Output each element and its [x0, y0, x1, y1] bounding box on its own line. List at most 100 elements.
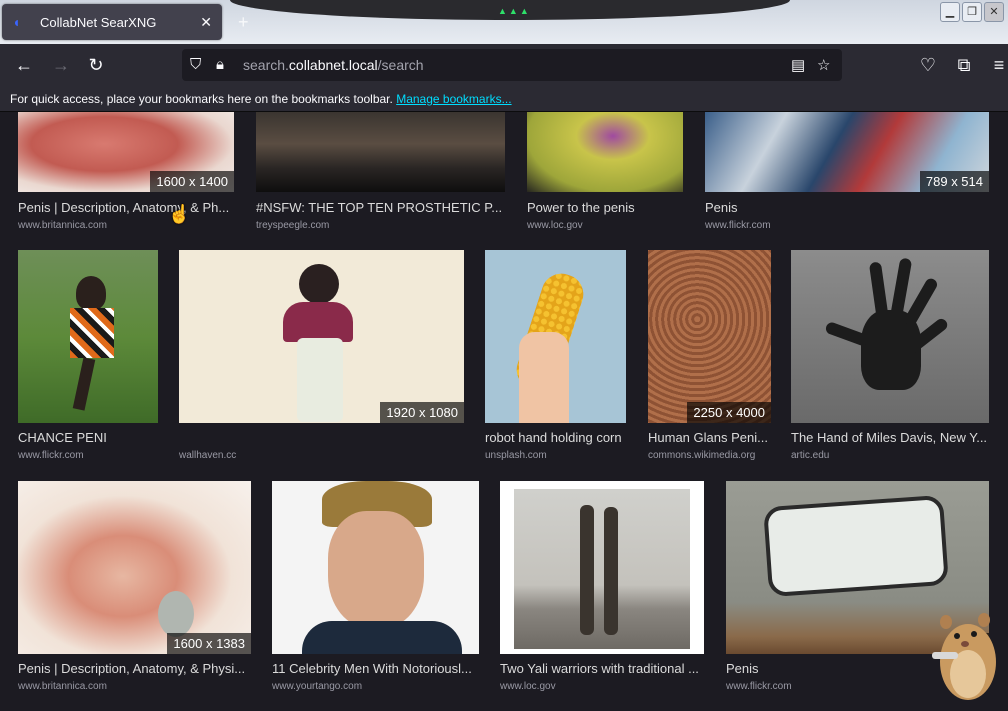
result-card[interactable]: 11 Celebrity Men With Notoriousl... www.…	[272, 481, 479, 693]
url-text[interactable]: search.collabnet.local/search	[243, 57, 424, 73]
menu-icon[interactable]: ≡	[988, 54, 1008, 76]
back-button[interactable]: ←	[13, 54, 35, 76]
result-title[interactable]: robot hand holding corn	[485, 430, 626, 445]
result-thumbnail[interactable]: 1600 x 1400	[18, 112, 234, 192]
result-card[interactable]: #NSFW: THE TOP TEN PROSTHETIC P... treys…	[256, 112, 505, 232]
close-window-button[interactable]: ✕	[984, 2, 1004, 22]
result-card[interactable]: 789 x 514 Penis www.flickr.com	[705, 112, 989, 232]
forward-button[interactable]: →	[50, 54, 72, 76]
result-site: www.loc.gov	[527, 220, 583, 231]
image-results: 1600 x 1400 Penis | Description, Anatomy…	[0, 112, 1008, 711]
diagram-detail	[158, 591, 194, 637]
close-tab-icon[interactable]: ✕	[200, 14, 212, 31]
minimize-button[interactable]: ▁	[940, 2, 960, 22]
result-card[interactable]: Two Yali warriors with traditional ... w…	[500, 481, 704, 693]
result-site: commons.wikimedia.org	[648, 450, 756, 461]
tab-title: CollabNet SearXNG	[40, 14, 157, 30]
result-thumbnail[interactable]	[485, 250, 626, 423]
result-site: www.yourtango.com	[272, 681, 363, 692]
image-dimensions: 789 x 514	[919, 171, 989, 192]
mouse-cursor-icon: ☝	[168, 204, 191, 224]
result-thumbnail[interactable]	[256, 112, 505, 192]
photo-detail	[76, 276, 106, 310]
result-thumbnail[interactable]	[791, 250, 989, 423]
result-site: artic.edu	[791, 450, 830, 461]
illustration-detail	[297, 338, 343, 422]
result-site: wallhaven.cc	[179, 450, 237, 461]
result-thumbnail[interactable]	[527, 112, 683, 192]
url-domain: collabnet.local	[288, 57, 378, 73]
result-title[interactable]: #NSFW: THE TOP TEN PROSTHETIC P...	[256, 200, 505, 215]
bookmarks-prompt: For quick access, place your bookmarks h…	[10, 92, 393, 106]
lock-icon[interactable]: 🔒︎	[216, 56, 224, 73]
result-card[interactable]: The Hand of Miles Davis, New Y... artic.…	[791, 250, 989, 462]
figure-detail	[604, 507, 618, 635]
url-path: /search	[377, 57, 424, 73]
new-tab-button[interactable]: +	[238, 12, 249, 33]
tab-strip: ▲▲▲ ◖ CollabNet SearXNG ✕ + ▁ ❐ ✕	[0, 0, 1008, 44]
result-site: www.britannica.com	[18, 681, 107, 692]
url-bar[interactable]: ⛉ 🔒︎ search.collabnet.local/search ▤ ☆	[182, 49, 842, 81]
result-card[interactable]: robot hand holding corn unsplash.com	[485, 250, 626, 462]
photo-detail	[514, 489, 690, 649]
bookmark-star-icon[interactable]: ☆	[817, 56, 830, 74]
reader-view-icon[interactable]: ▤	[791, 56, 805, 74]
result-title[interactable]: 11 Celebrity Men With Notoriousl...	[272, 661, 479, 676]
finger-detail	[902, 276, 940, 328]
extensions-icon[interactable]: ⧉	[953, 54, 975, 76]
navigation-toolbar: ← → ↻ ⛉ 🔒︎ search.collabnet.local/search…	[0, 44, 1008, 86]
result-thumbnail[interactable]	[18, 250, 158, 423]
result-title[interactable]: Human Glans Peni...	[648, 430, 771, 445]
tab-searxng[interactable]: ◖ CollabNet SearXNG ✕	[2, 4, 222, 40]
result-site: unsplash.com	[485, 450, 547, 461]
result-title[interactable]: Two Yali warriors with traditional ...	[500, 661, 704, 676]
thumb-detail	[824, 320, 870, 348]
result-card[interactable]: 1920 x 1080 wallhaven.cc	[179, 250, 464, 462]
result-card[interactable]: 1600 x 1400 Penis | Description, Anatomy…	[18, 112, 234, 232]
result-title[interactable]: The Hand of Miles Davis, New Y...	[791, 430, 989, 445]
manage-bookmarks-link[interactable]: Manage bookmarks...	[396, 92, 511, 106]
reload-button[interactable]: ↻	[85, 54, 107, 76]
figure-detail	[580, 505, 594, 635]
image-dimensions: 1600 x 1400	[150, 171, 234, 192]
hamster-mascot-icon	[932, 613, 996, 700]
result-title[interactable]: CHANCE PENI	[18, 430, 158, 445]
result-title[interactable]: Penis	[705, 200, 989, 215]
result-title[interactable]: Power to the penis	[527, 200, 683, 215]
result-thumbnail[interactable]	[500, 481, 704, 654]
result-thumbnail[interactable]: 1920 x 1080	[179, 250, 464, 423]
result-title[interactable]: Penis | Description, Anatomy, & Physi...	[18, 661, 251, 676]
result-thumbnail[interactable]	[272, 481, 479, 654]
result-site: www.flickr.com	[705, 220, 771, 231]
hand-detail	[519, 332, 569, 423]
url-prefix: search.	[243, 57, 289, 73]
illustration-detail	[283, 302, 353, 342]
shield-icon[interactable]: ⛉	[190, 56, 201, 73]
result-thumbnail[interactable]: 789 x 514	[705, 112, 989, 192]
result-thumbnail[interactable]: 1600 x 1383	[18, 481, 251, 654]
result-site: treyspeegle.com	[256, 220, 330, 231]
face-detail	[328, 511, 424, 629]
result-card[interactable]: CHANCE PENI www.flickr.com	[18, 250, 158, 462]
photo-detail	[72, 357, 96, 411]
window-controls: ▁ ❐ ✕	[940, 2, 1004, 22]
result-site: www.flickr.com	[726, 681, 792, 692]
restore-button[interactable]: ❐	[962, 2, 982, 22]
image-dimensions: 2250 x 4000	[687, 402, 771, 423]
result-card[interactable]: 1600 x 1383 Penis | Description, Anatomy…	[18, 481, 251, 693]
result-card[interactable]: 2250 x 4000 Human Glans Peni... commons.…	[648, 250, 771, 462]
result-title[interactable]: Penis | Description, Anatomy, & Ph...	[18, 200, 234, 215]
graffiti-detail	[763, 494, 949, 598]
image-dimensions: 1600 x 1383	[167, 633, 251, 654]
result-site: www.loc.gov	[500, 681, 556, 692]
pocket-icon[interactable]: ♡	[917, 54, 939, 76]
bookmarks-toolbar: For quick access, place your bookmarks h…	[0, 86, 1008, 112]
shirt-detail	[302, 621, 462, 654]
searxng-favicon-icon: ◖	[12, 14, 21, 30]
illustration-detail	[299, 264, 339, 304]
result-site: www.britannica.com	[18, 220, 107, 231]
result-site: www.flickr.com	[18, 450, 84, 461]
image-dimensions: 1920 x 1080	[380, 402, 464, 423]
result-card[interactable]: Power to the penis www.loc.gov	[527, 112, 683, 232]
result-thumbnail[interactable]: 2250 x 4000	[648, 250, 771, 423]
